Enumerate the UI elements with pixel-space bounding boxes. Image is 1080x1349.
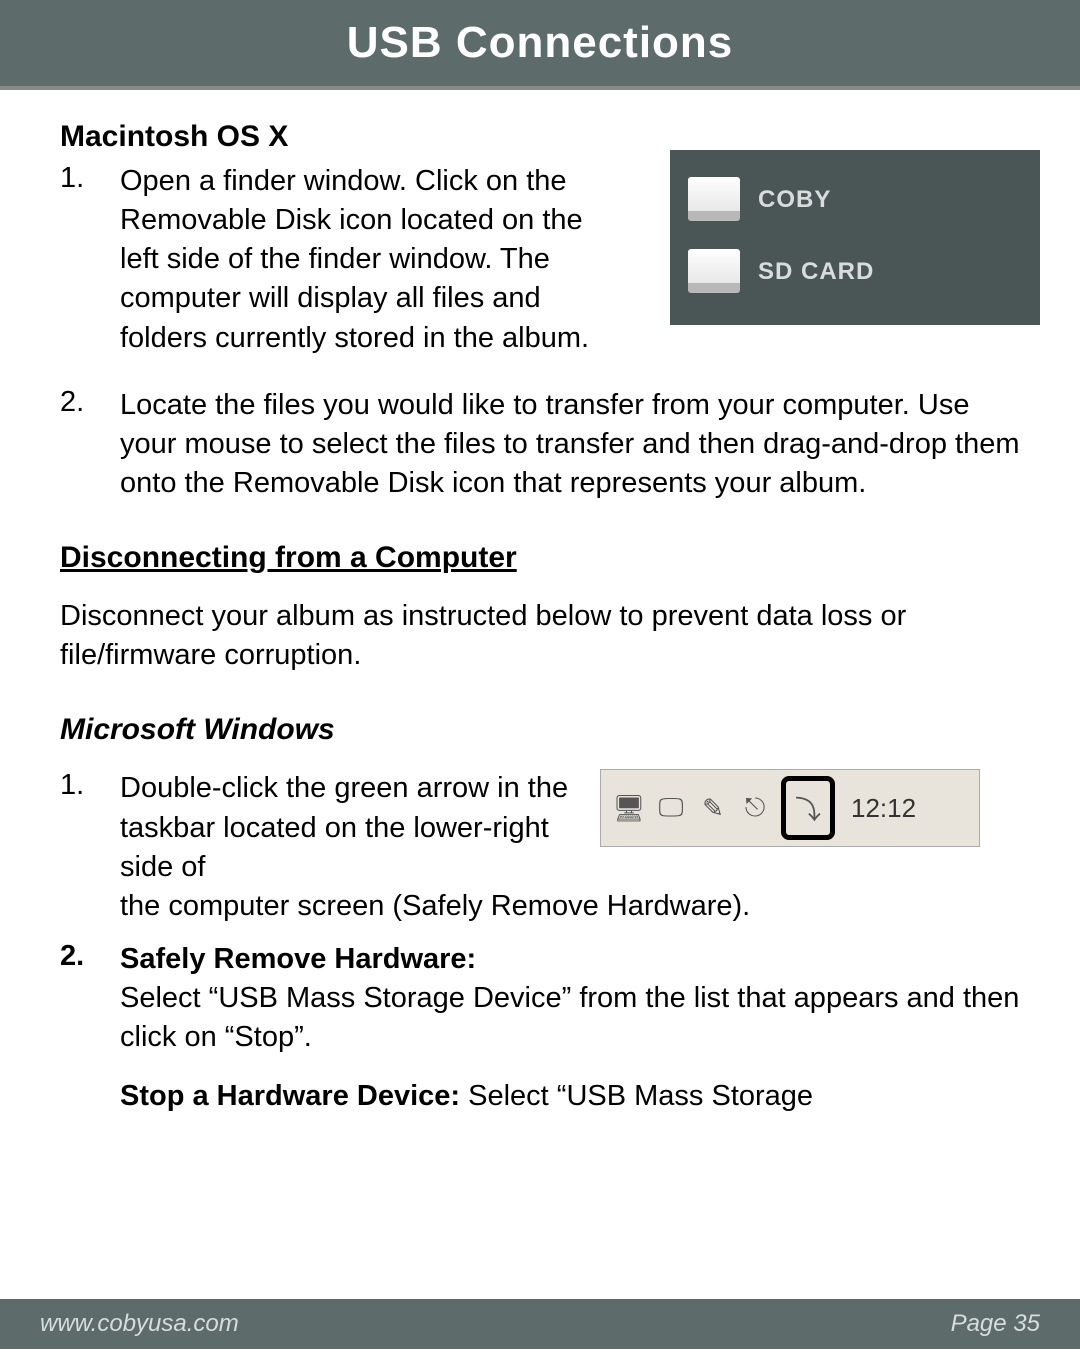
step3-text: Select “USB Mass Storage [468,1080,813,1112]
safely-remove-highlight: ⤵ [781,776,835,840]
disk-row-coby: COBY [688,164,1022,236]
list-number: 1. [60,162,120,358]
page-title: USB Connections [347,18,734,68]
page-content: Macintosh OS X COBY SD CARD 1. Open a fi… [0,90,1080,1117]
list-number: 1. [60,769,120,926]
step2-text: Select “USB Mass Storage Device” from th… [120,982,1019,1053]
mac-step-2: 2. Locate the files you would like to tr… [60,386,1020,503]
step2-label: Safely Remove Hardware: [120,943,476,975]
removable-disk-icon [688,249,740,295]
windows-taskbar-screenshot: 🖥 🖵 ✎ ⎋ ⤵ 12:12 [600,769,980,847]
finder-sidebar-screenshot: COBY SD CARD [670,150,1040,325]
windows-section: 🖥 🖵 ✎ ⎋ ⤵ 12:12 1. Double-click the gree… [60,769,1020,1116]
tray-display-icon: 🖵 [653,790,689,826]
list-number: 2. [60,940,120,1057]
list-text: Stop a Hardware Device: Select “USB Mass… [120,1077,1020,1116]
disk-label-sdcard: SD CARD [758,258,874,286]
footer-page-number: Page 35 [951,1310,1040,1338]
macintosh-section: Macintosh OS X COBY SD CARD 1. Open a fi… [60,120,1020,503]
list-text: Safely Remove Hardware: Select “USB Mass… [120,940,1020,1057]
list-text: Locate the files you would like to trans… [120,386,1020,503]
page-header: USB Connections [0,0,1080,90]
disk-label-coby: COBY [758,186,831,214]
list-number [60,1077,120,1116]
step1-part-b: the computer screen (Safely Remove Hardw… [120,890,750,922]
safely-remove-hardware-icon: ⤵ [790,790,826,826]
tray-device-icon: 🖥 [611,790,647,826]
disconnect-heading: Disconnecting from a Computer [60,541,1020,575]
page-footer: www.cobyusa.com Page 35 [0,1299,1080,1349]
disconnect-intro: Disconnect your album as instructed belo… [60,597,1020,675]
tray-pen-icon: ✎ [695,790,731,826]
taskbar-clock: 12:12 [851,793,916,824]
footer-url: www.cobyusa.com [40,1310,239,1338]
step3-label: Stop a Hardware Device: [120,1080,460,1112]
windows-heading: Microsoft Windows [60,713,1020,747]
system-tray: 🖥 🖵 ✎ ⎋ ⤵ [611,776,835,840]
windows-step-2: 2. Safely Remove Hardware: Select “USB M… [60,940,1020,1057]
list-number: 2. [60,386,120,503]
windows-step-3: Stop a Hardware Device: Select “USB Mass… [60,1077,1020,1116]
disk-row-sdcard: SD CARD [688,236,1022,308]
mac-heading: Macintosh OS X [60,120,1020,154]
tray-usb-icon: ⎋ [737,790,773,826]
removable-disk-icon [688,177,740,223]
